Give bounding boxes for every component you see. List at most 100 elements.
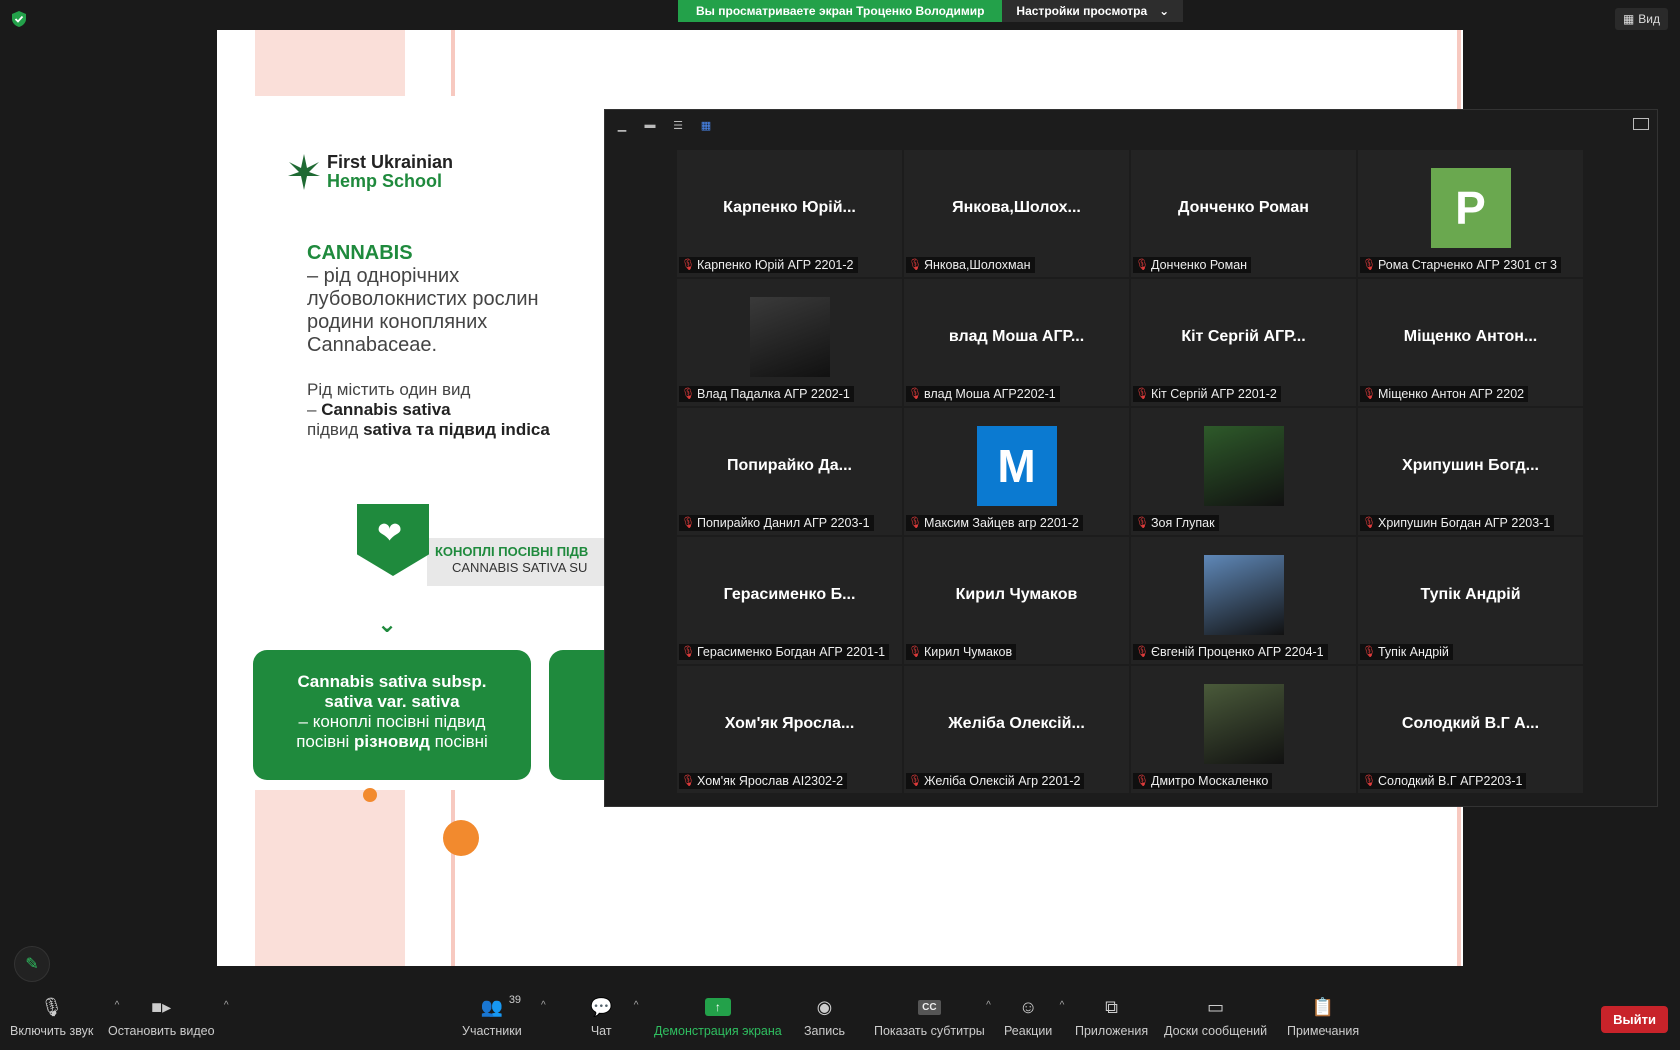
leave-meeting-button[interactable]: Выйти xyxy=(1601,1006,1668,1033)
participant-name-label: 🎙 Хрипушин Богдан АГР 2203-1 xyxy=(1360,515,1555,531)
exit-gallery-icon[interactable] xyxy=(1633,118,1649,130)
captions-label: Показать субтитры xyxy=(874,1024,985,1038)
participant-name-label: 🎙 Рома Старченко АГР 2301 ст 3 xyxy=(1360,257,1561,273)
caret-up-icon[interactable]: ^ xyxy=(986,1000,991,1011)
participant-name: Кирил Чумаков xyxy=(924,645,1013,659)
participant-name-label: 🎙 Кіт Сергій АГР 2201-2 xyxy=(1133,386,1281,402)
participant-tile[interactable]: Желіба Олексій... 🎙 Желіба Олексій Агр 220… xyxy=(904,666,1129,793)
participant-tile[interactable]: M 🎙 Максим Зайцев агр 2201-2 xyxy=(904,408,1129,535)
participant-tile[interactable]: Кіт Сергій АГР... 🎙 Кіт Сергій АГР 2201-2 xyxy=(1131,279,1356,406)
gallery-view-icon[interactable]: ▦ xyxy=(697,118,715,132)
minimize-icon[interactable]: ▁ xyxy=(613,118,631,132)
participant-tile[interactable]: Тупік Андрій 🎙 Тупік Андрій xyxy=(1358,537,1583,664)
mic-muted-icon: 🎙 xyxy=(908,388,922,400)
check-icon: ❤ xyxy=(377,517,403,550)
mic-muted-icon: 🎙 xyxy=(1135,388,1149,400)
caret-up-icon[interactable]: ^ xyxy=(224,1000,229,1011)
participant-display-name: Міщенко Антон... xyxy=(1403,328,1538,345)
cannabis-heading: CANNABIS xyxy=(307,242,413,264)
participant-tile[interactable]: влад Моша АГР... 🎙 влад Моша АГР2202-1 xyxy=(904,279,1129,406)
participant-tile[interactable]: Герасименко Б... 🎙 Герасименко Богдан АГР … xyxy=(677,537,902,664)
mic-muted-icon: 🎙 xyxy=(681,517,695,529)
participant-tiles: Карпенко Юрій... 🎙 Карпенко Юрій АГР 2201-… xyxy=(677,150,1583,793)
share-screen-button[interactable]: ↑ Демонстрация экрана xyxy=(654,996,782,1038)
desc-line: Cannabaceae. xyxy=(307,334,438,356)
chat-button[interactable]: 💬 Чат ^ xyxy=(590,996,638,1039)
decor-stripe xyxy=(255,30,405,96)
participant-tile[interactable]: Солодкий В.Г А... 🎙 Солодкий В.Г АГР2203-1 xyxy=(1358,666,1583,793)
brand-line1: First Ukrainian xyxy=(327,152,454,172)
participant-tile[interactable]: 🎙 Євгеній Проценко АГР 2204-1 xyxy=(1131,537,1356,664)
mic-muted-icon: 🎙 xyxy=(1362,775,1376,787)
mic-muted-icon: 🎙 xyxy=(1135,775,1149,787)
variety-line: sativa var. sativa xyxy=(324,692,460,711)
mic-muted-icon: 🎙 xyxy=(681,388,695,400)
participant-tile[interactable]: Попирайко Да... 🎙 Попирайко Данил АГР 2203… xyxy=(677,408,902,535)
mic-muted-icon: 🎙 xyxy=(681,259,695,271)
speaker-view-icon[interactable]: ▬ xyxy=(641,118,659,132)
gallery-view-panel: ▁ ▬ ☰ ▦ Карпенко Юрій... 🎙 Карпенко Юрій А… xyxy=(604,109,1658,807)
variety-line: Cannabis sativa subsp. xyxy=(297,672,487,691)
view-button[interactable]: ▦ Вид xyxy=(1614,8,1668,30)
mic-muted-icon: 🎙 xyxy=(681,646,695,658)
participant-display-name: Желіба Олексій... xyxy=(948,715,1085,732)
chevron-down-icon: ⌄ xyxy=(377,611,398,638)
participant-name: Рома Старченко АГР 2301 ст 3 xyxy=(1378,258,1557,272)
whiteboards-button[interactable]: ▭ Доски сообщений xyxy=(1164,996,1267,1039)
brand-logo: First Ukrainian Hemp School xyxy=(287,152,453,192)
video-button[interactable]: ■▸ Остановить видео ^ xyxy=(108,996,229,1039)
participant-name-label: 🎙 Солодкий В.Г АГР2203-1 xyxy=(1360,773,1527,789)
participants-button[interactable]: 👥 39 Участники ^ xyxy=(462,994,546,1038)
participant-tile[interactable]: Хрипушин Богд... 🎙 Хрипушин Богдан АГР 220… xyxy=(1358,408,1583,535)
participant-name: Тупік Андрій xyxy=(1378,645,1449,659)
caret-up-icon[interactable]: ^ xyxy=(541,1000,546,1011)
participant-name-label: 🎙 влад Моша АГР2202-1 xyxy=(906,386,1060,402)
subspecies-names: sativa та підвид indica xyxy=(363,420,550,439)
variety-line: – коноплі посівні підвид xyxy=(298,712,486,731)
participant-name: Хом'як Ярослав АІ2302-2 xyxy=(697,774,844,788)
caret-up-icon[interactable]: ^ xyxy=(634,1000,639,1011)
desc-line: лубоволокнистих рослин xyxy=(307,288,539,310)
mute-button[interactable]: 🎙 Включить звук ^ xyxy=(10,996,119,1039)
participant-name-label: 🎙 Тупік Андрій xyxy=(1360,644,1453,660)
participant-video xyxy=(1131,666,1356,782)
species-line: – Cannabis sativa xyxy=(307,400,627,420)
mic-muted-icon: 🎙 xyxy=(681,775,695,787)
strip-view-icon[interactable]: ☰ xyxy=(669,118,687,132)
participant-tile[interactable]: Міщенко Антон... 🎙 Міщенко Антон АГР 2202 xyxy=(1358,279,1583,406)
participant-tile[interactable]: Донченко Роман 🎙 Донченко Роман xyxy=(1131,150,1356,277)
annotate-pencil-icon[interactable]: ✎ xyxy=(14,946,50,982)
record-button[interactable]: ◉ Запись xyxy=(804,996,845,1039)
notes-icon: 📋 xyxy=(1311,996,1335,1017)
participant-tile[interactable]: P 🎙 Рома Старченко АГР 2301 ст 3 xyxy=(1358,150,1583,277)
notes-button[interactable]: 📋 Примечания xyxy=(1287,996,1359,1039)
participant-name: Желіба Олексій Агр 2201-2 xyxy=(924,774,1081,788)
species-text: Рід містить один вид – Cannabis sativa п… xyxy=(307,380,627,440)
participant-tile[interactable]: Хом'як Яросла... 🎙 Хом'як Ярослав АІ2302-2 xyxy=(677,666,902,793)
participant-name-label: 🎙 Попирайко Данил АГР 2203-1 xyxy=(679,515,874,531)
hemp-leaf-icon xyxy=(288,154,320,190)
participant-tile[interactable]: Кирил Чумаков 🎙 Кирил Чумаков xyxy=(904,537,1129,664)
chat-icon: 💬 xyxy=(590,996,613,1017)
view-options-label: Настройки просмотра xyxy=(1016,4,1148,18)
participant-name: Янкова,Шолохман xyxy=(924,258,1031,272)
participant-tile[interactable]: 🎙 Влад Падалка АГР 2202-1 xyxy=(677,279,902,406)
view-options-button[interactable]: Настройки просмотра ⌄ xyxy=(1002,0,1184,22)
participant-tile[interactable]: Карпенко Юрій... 🎙 Карпенко Юрій АГР 2201-… xyxy=(677,150,902,277)
participant-tile[interactable]: Янкова,Шолох... 🎙 Янкова,Шолохман xyxy=(904,150,1129,277)
participant-display-name: Кирил Чумаков xyxy=(955,586,1078,603)
participant-tile[interactable]: 🎙 Зоя Глупак xyxy=(1131,408,1356,535)
caret-up-icon[interactable]: ^ xyxy=(1060,1000,1065,1011)
reactions-button[interactable]: ☺ Реакции ^ xyxy=(1004,996,1064,1039)
participant-name-label: 🎙 Кирил Чумаков xyxy=(906,644,1017,660)
mic-muted-icon: 🎙 xyxy=(1135,646,1149,658)
mic-off-icon: 🎙 xyxy=(40,996,64,1017)
apps-button[interactable]: ⧉ Приложения xyxy=(1075,996,1149,1039)
security-shield-icon[interactable] xyxy=(10,10,28,28)
captions-button[interactable]: CC Показать субтитры ^ xyxy=(874,996,991,1038)
apps-label: Приложения xyxy=(1075,1024,1149,1038)
mic-muted-icon: 🎙 xyxy=(908,517,922,529)
participant-video xyxy=(1131,537,1356,653)
participant-tile[interactable]: 🎙 Дмитро Москаленко xyxy=(1131,666,1356,793)
mic-muted-icon: 🎙 xyxy=(908,775,922,787)
